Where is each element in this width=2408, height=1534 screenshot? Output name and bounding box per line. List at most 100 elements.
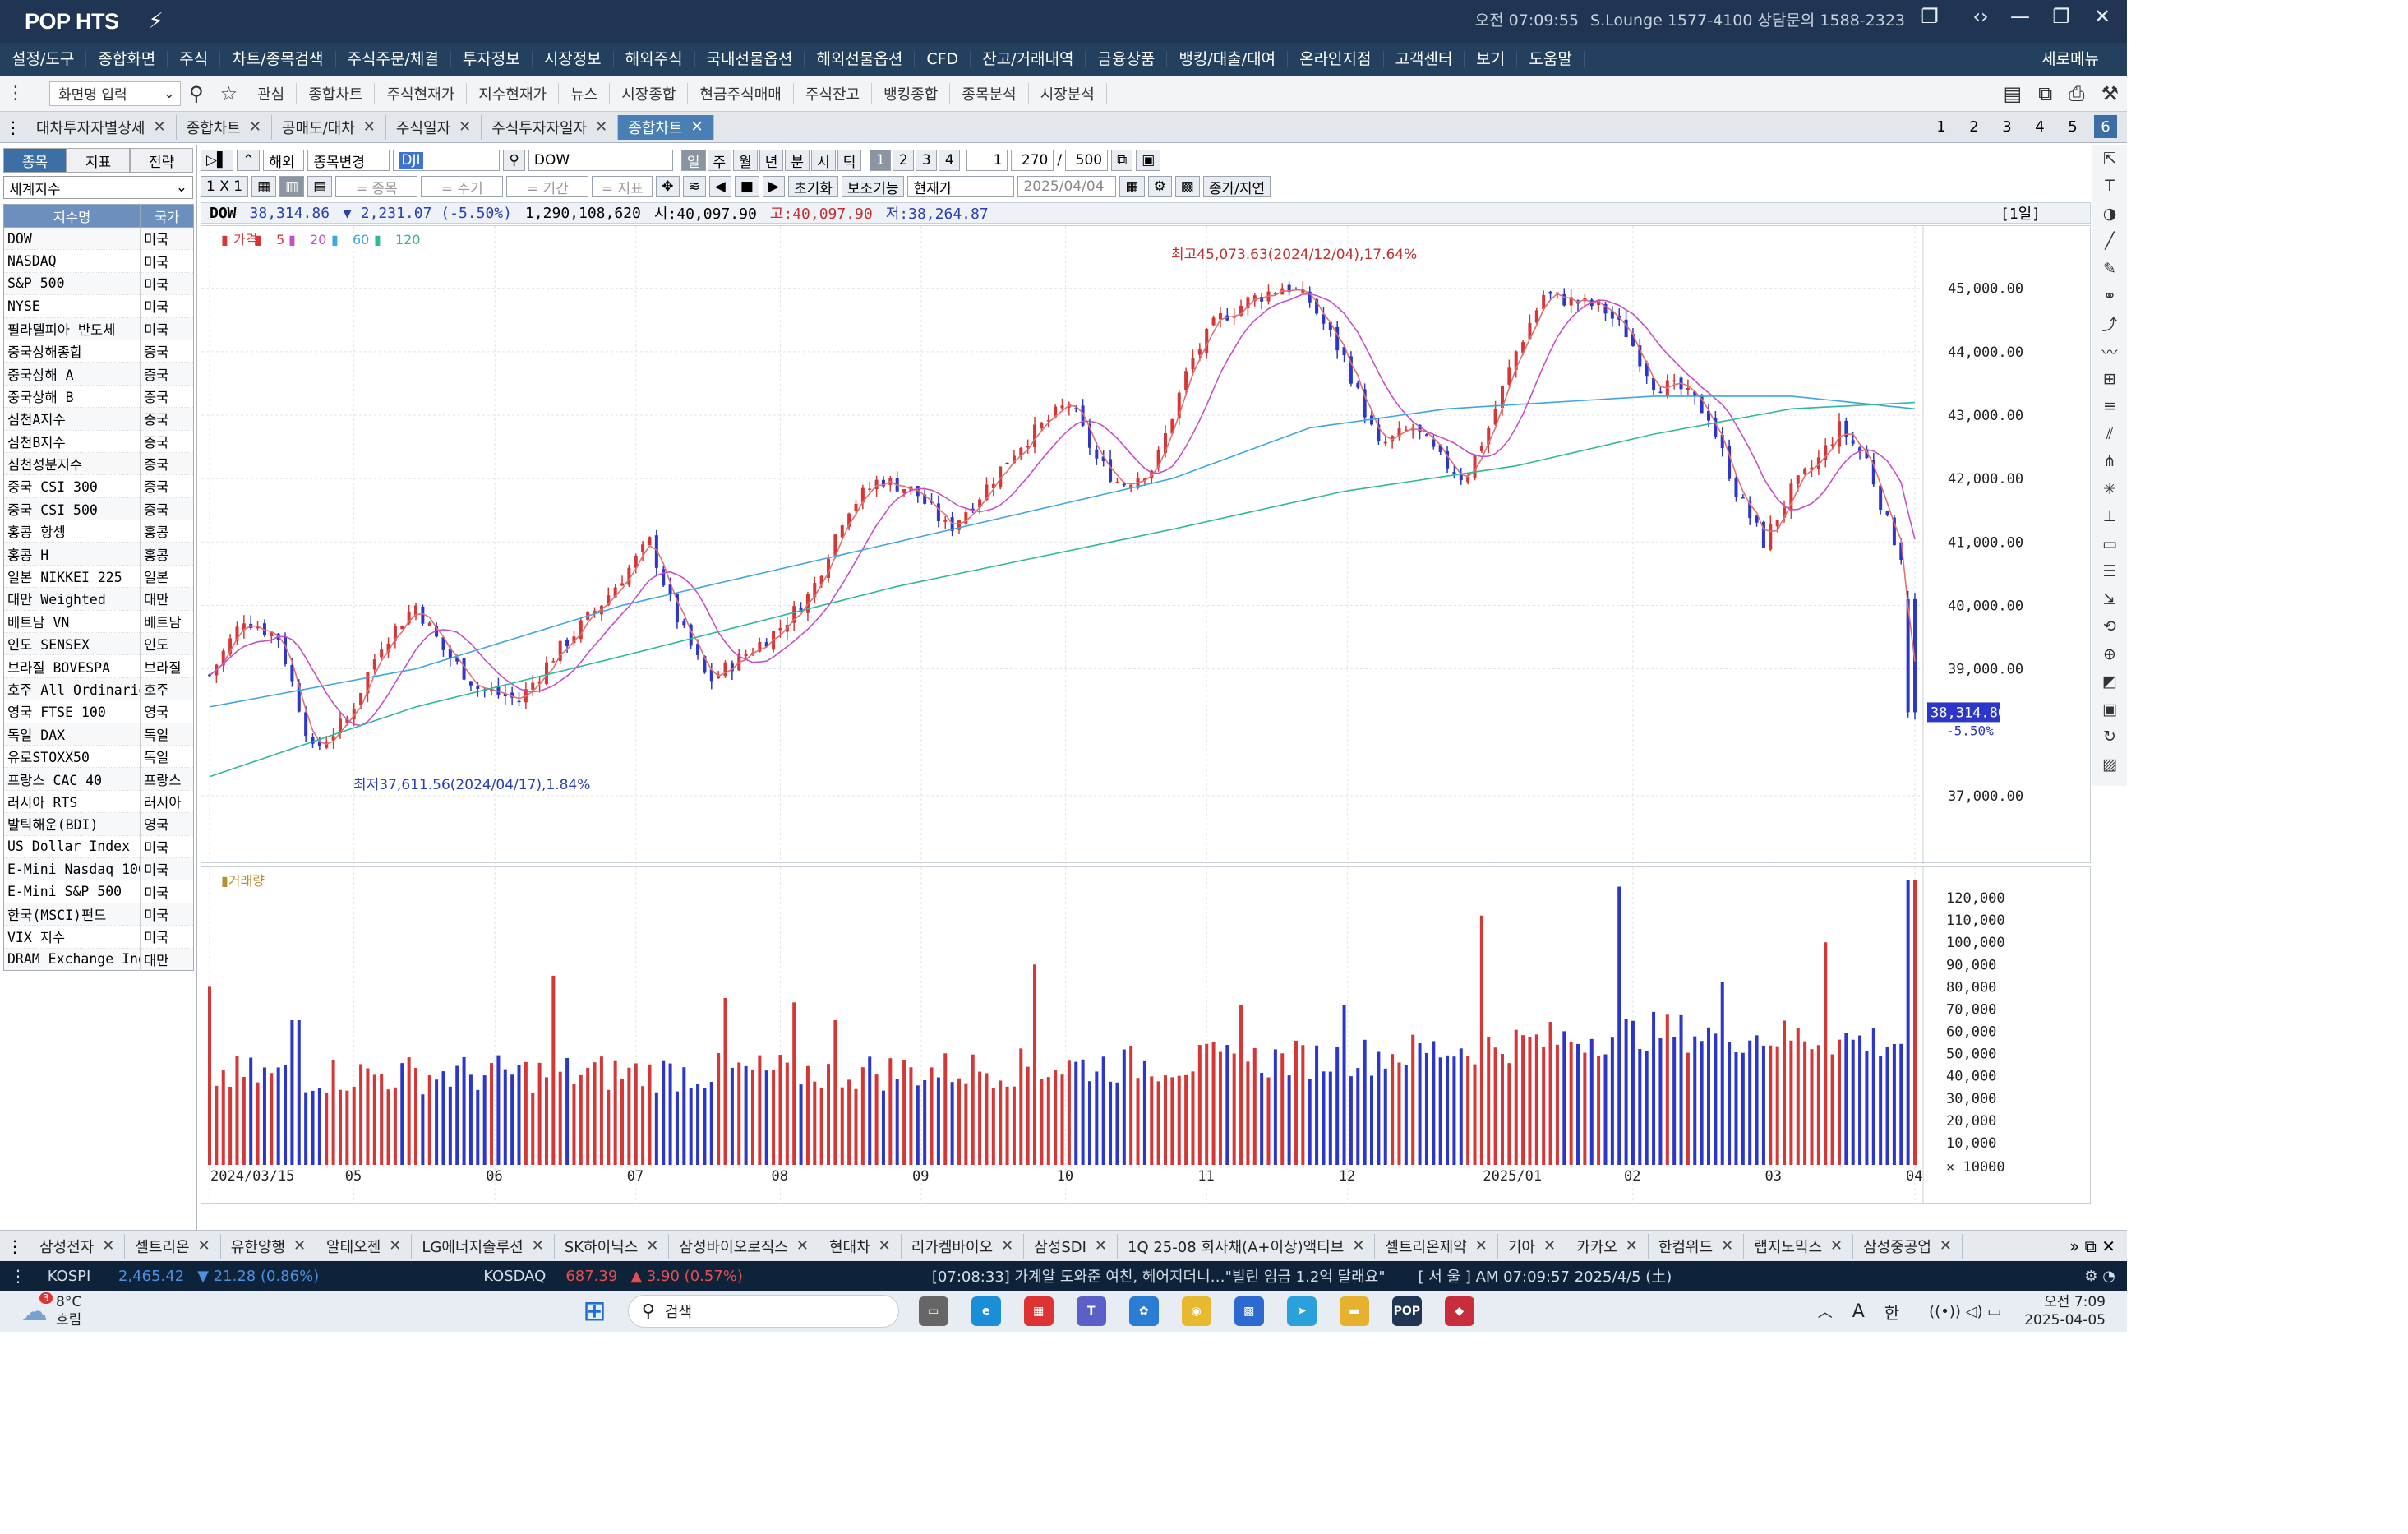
menu-item-13[interactable]: 뱅킹/대출/대여: [1167, 51, 1289, 67]
stock-tab-3[interactable]: 알테오젠 ✕: [316, 1233, 413, 1259]
split-icon[interactable]: ▥: [279, 176, 305, 197]
period-button-1[interactable]: 주: [707, 150, 732, 171]
screen-tab-4[interactable]: 주식투자자일자 ✕: [482, 114, 619, 140]
range-filter[interactable]: = 기간: [506, 176, 589, 197]
period-filter[interactable]: = 주기: [421, 176, 504, 197]
close-icon[interactable]: ✕: [532, 1237, 544, 1254]
menu-item-17[interactable]: 도움말: [1517, 51, 1585, 67]
page-number-5[interactable]: 5: [2061, 115, 2084, 138]
date-input[interactable]: 2025/04/04: [1017, 176, 1117, 197]
app-icon-2[interactable]: ◆: [1444, 1296, 1474, 1326]
table-row[interactable]: DOW 미국: [3, 227, 194, 251]
restore-icon[interactable]: ❐: [1915, 5, 1944, 28]
box-icon[interactable]: ▭: [2092, 530, 2127, 558]
table-row[interactable]: 심천A지수 중국: [3, 407, 194, 431]
maximize-button[interactable]: ❐: [2046, 5, 2076, 28]
cursor-icon[interactable]: ⇱: [2092, 145, 2127, 173]
table-row[interactable]: NASDAQ 미국: [3, 249, 194, 273]
unit-input[interactable]: 1: [966, 150, 1008, 171]
table-row[interactable]: 홍콩 H 홍콩: [3, 542, 194, 566]
bolt-icon[interactable]: ⚡: [149, 9, 164, 34]
minimize-button[interactable]: —: [2005, 5, 2035, 28]
table-icon[interactable]: ▤: [307, 176, 333, 197]
reset-button[interactable]: 초기화: [788, 176, 838, 197]
table-row[interactable]: 중국상해종합 중국: [3, 340, 194, 363]
stock-tab-7[interactable]: 현대차 ✕: [819, 1233, 902, 1259]
expand-button[interactable]: ▷▌: [201, 150, 234, 171]
menu-item-3[interactable]: 차트/종목검색: [220, 51, 336, 67]
circle-icon[interactable]: ◑: [2092, 200, 2127, 228]
document-icon[interactable]: ▤: [2003, 82, 2022, 105]
fib-icon[interactable]: ≡: [2092, 393, 2127, 421]
stock-tab-13[interactable]: 카카오 ✕: [1566, 1233, 1649, 1259]
stock-tab-16[interactable]: 삼성중공업 ✕: [1853, 1233, 1963, 1259]
table-row[interactable]: 발틱해운(BDI) 영국: [3, 812, 194, 836]
close-button[interactable]: ✕: [2087, 5, 2117, 28]
table-row[interactable]: 독일 DAX 독일: [3, 723, 194, 746]
table-row[interactable]: 프랑스 CAC 40 프랑스: [3, 767, 194, 791]
grid-icon[interactable]: ⊞: [2092, 365, 2127, 393]
code-input[interactable]: DJI: [393, 150, 501, 171]
pop-hts-icon[interactable]: POP: [1391, 1296, 1422, 1326]
settings-icon[interactable]: ⚙ ◔: [2084, 1268, 2115, 1285]
text-icon[interactable]: T: [2092, 173, 2127, 201]
table-row[interactable]: 인도 SENSEX 인도: [3, 632, 194, 656]
screen-icon[interactable]: ⧉: [2038, 82, 2052, 105]
print-icon[interactable]: ⎙: [2069, 82, 2084, 105]
input-lang-a[interactable]: A: [1852, 1301, 1865, 1322]
ruler-icon[interactable]: ⊥: [2092, 503, 2127, 531]
left-tab-2[interactable]: 전략: [130, 148, 193, 173]
count-button-0[interactable]: 1: [870, 150, 892, 171]
toolbar-link-5[interactable]: 시장종합: [610, 82, 689, 104]
table-row[interactable]: 중국 CSI 300 중국: [3, 474, 194, 498]
line-icon[interactable]: ╱: [2092, 228, 2127, 256]
link-icon[interactable]: ⚭: [2092, 283, 2127, 311]
screen-tab-0[interactable]: 대차투자자별상세 ✕: [26, 114, 177, 140]
table-row[interactable]: US Dollar Index 미국: [3, 835, 194, 858]
store-icon[interactable]: ▩: [1234, 1296, 1264, 1326]
task-view-icon[interactable]: ▭: [918, 1296, 948, 1326]
input-lang-han[interactable]: 한: [1884, 1300, 1899, 1324]
toolbar-link-0[interactable]: 관심: [246, 82, 298, 104]
channel-icon[interactable]: ⫽: [2092, 420, 2127, 448]
stock-tab-2[interactable]: 유한양행 ✕: [221, 1233, 317, 1259]
vertical-menu-button[interactable]: 세로메뉴: [2030, 51, 2110, 67]
screen-tab-1[interactable]: 종합차트 ✕: [177, 114, 272, 140]
weather-widget[interactable]: ☁ 3 8°C 흐림: [21, 1292, 81, 1329]
close-icon[interactable]: ✕: [1095, 1237, 1107, 1254]
export-icon[interactable]: ▩: [1174, 176, 1200, 197]
table-row[interactable]: DRAM Exchange Index대만: [3, 948, 194, 971]
table-row[interactable]: 일본 NIKKEI 225 일본: [3, 565, 194, 589]
teams-icon[interactable]: T: [1076, 1296, 1106, 1326]
chrome-icon[interactable]: ◉: [1181, 1296, 1211, 1326]
close-icon[interactable]: ✕: [249, 118, 261, 136]
menu-item-16[interactable]: 보기: [1465, 51, 1518, 67]
menu-item-11[interactable]: 잔고/거래내역: [971, 51, 1086, 67]
period-button-6[interactable]: 틱: [837, 150, 862, 171]
calendar-icon[interactable]: ▦: [1119, 176, 1145, 197]
telegram-icon[interactable]: ➤: [1286, 1296, 1317, 1326]
new-window-icon[interactable]: ⧉: [1111, 150, 1133, 171]
table-row[interactable]: 영국 FTSE 100 영국: [3, 700, 194, 723]
menu-item-5[interactable]: 투자정보: [451, 51, 533, 67]
code-icon[interactable]: ‹›: [1966, 5, 1995, 28]
menu-item-10[interactable]: CFD: [915, 51, 971, 67]
close-icon[interactable]: ✕: [879, 1237, 891, 1254]
taskbar-clock[interactable]: 오전 7:09 2025-04-05: [2024, 1293, 2106, 1329]
grip-icon[interactable]: ⋮: [10, 1266, 26, 1286]
market-select[interactable]: 해외: [263, 150, 305, 171]
table-row[interactable]: 브라질 BOVESPA 브라질: [3, 654, 194, 678]
close-icon[interactable]: ✕: [459, 118, 471, 136]
toolbar-link-8[interactable]: 뱅킹종합: [872, 82, 951, 104]
close-icon[interactable]: ✕: [1475, 1237, 1488, 1254]
table-row[interactable]: 중국상해 B 중국: [3, 385, 194, 409]
wave-icon[interactable]: ≋: [682, 176, 706, 197]
table-row[interactable]: 필라델피아 반도체 미국: [3, 317, 194, 340]
menu-item-14[interactable]: 온라인지점: [1288, 51, 1384, 67]
zoom-icon[interactable]: ⊕: [2092, 640, 2127, 668]
price-chart-pane[interactable]: 45,000.00 44,000.00 43,000.00 42,000.00 41,0…: [201, 225, 2091, 864]
stock-tab-4[interactable]: LG에너지솔루션 ✕: [412, 1233, 555, 1259]
fill-icon[interactable]: ◩: [2092, 668, 2127, 696]
next-icon[interactable]: ▶: [762, 176, 785, 197]
menu-item-2[interactable]: 주식: [168, 51, 221, 67]
